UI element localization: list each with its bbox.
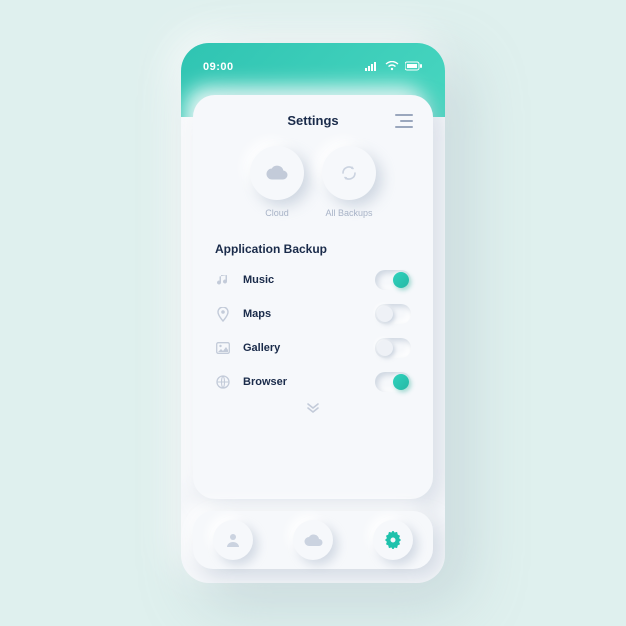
globe-icon <box>215 375 231 389</box>
list-item: Gallery <box>215 338 411 358</box>
nav-profile[interactable] <box>213 520 253 560</box>
list-item-label: Music <box>243 274 363 286</box>
toggle-music[interactable] <box>375 270 411 290</box>
status-indicators <box>365 61 423 74</box>
toggle-maps[interactable] <box>375 304 411 324</box>
nav-cloud[interactable] <box>293 520 333 560</box>
user-icon <box>225 532 241 548</box>
main-card: Settings Cloud All Backups Application B… <box>193 95 433 499</box>
wifi-icon <box>385 61 399 74</box>
tab-cloud-label: Cloud <box>265 208 289 218</box>
signal-icon <box>365 61 379 74</box>
bottom-nav <box>193 511 433 569</box>
list-item-label: Maps <box>243 308 363 320</box>
list-item: Browser <box>215 372 411 392</box>
music-icon <box>215 273 231 287</box>
page-title: Settings <box>231 113 395 128</box>
battery-icon <box>405 61 423 74</box>
pin-icon <box>215 307 231 322</box>
refresh-icon <box>322 146 376 200</box>
header: Settings <box>213 113 413 128</box>
section-title: Application Backup <box>215 242 413 256</box>
expand-button[interactable] <box>303 402 323 414</box>
cloud-icon <box>303 533 323 547</box>
tab-all-backups-label: All Backups <box>325 208 372 218</box>
list-item-label: Gallery <box>243 342 363 354</box>
list-item: Maps <box>215 304 411 324</box>
backup-tabs: Cloud All Backups <box>213 146 413 218</box>
phone-frame: 09:00 Settings Cloud <box>181 43 445 583</box>
tab-cloud[interactable]: Cloud <box>250 146 304 218</box>
toggle-gallery[interactable] <box>375 338 411 358</box>
list-item-label: Browser <box>243 376 363 388</box>
gear-icon <box>384 531 402 549</box>
tab-all-backups[interactable]: All Backups <box>322 146 376 218</box>
status-time: 09:00 <box>203 61 234 73</box>
cloud-icon <box>250 146 304 200</box>
toggle-browser[interactable] <box>375 372 411 392</box>
list-item: Music <box>215 270 411 290</box>
nav-settings[interactable] <box>373 520 413 560</box>
app-list: Music Maps Gallery <box>213 270 413 392</box>
gallery-icon <box>215 342 231 354</box>
menu-button[interactable] <box>395 114 413 128</box>
